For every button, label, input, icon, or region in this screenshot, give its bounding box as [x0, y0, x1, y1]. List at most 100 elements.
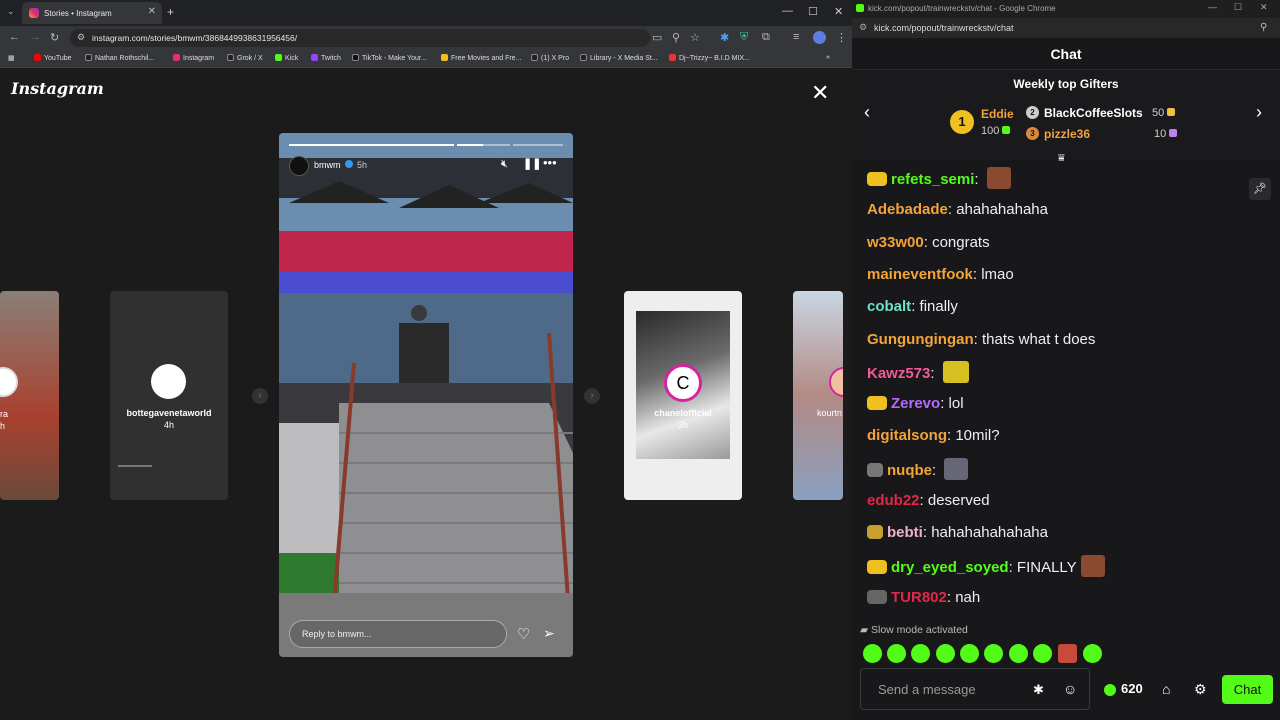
chat-username[interactable]: cobalt: [867, 298, 911, 315]
like-heart-icon[interactable]: ♡: [517, 625, 530, 643]
story-avatar[interactable]: [289, 156, 309, 176]
emote-icon[interactable]: [984, 644, 1003, 663]
store-icon[interactable]: ⌂: [1162, 681, 1170, 697]
bookmark-x-pro[interactable]: (1) X Pro: [531, 54, 569, 62]
mute-icon[interactable]: 🔇︎: [501, 158, 508, 171]
bookmark-nathan[interactable]: Nathan Rothschil...: [85, 54, 154, 62]
pause-icon[interactable]: ❚❚: [523, 157, 541, 170]
side-story-user: bottegavenetaworld: [126, 408, 212, 418]
gifter-2-name[interactable]: BlackCoffeeSlots: [1044, 106, 1143, 120]
close-stories-icon[interactable]: ✕: [811, 82, 829, 104]
extension-translate-icon[interactable]: ✱: [720, 31, 729, 44]
url-field[interactable]: ⚙ instagram.com/stories/bmwm/38684499386…: [70, 29, 650, 47]
settings-gear-icon[interactable]: ⚙: [1194, 681, 1207, 698]
chat-username[interactable]: Zerevo: [891, 395, 940, 412]
instagram-logo[interactable]: Instagram: [11, 79, 104, 98]
send-share-icon[interactable]: ➢: [543, 625, 555, 642]
maximize-icon[interactable]: ☐: [808, 5, 818, 18]
tab-list-icon[interactable]: ⌄: [7, 6, 15, 17]
emoji-picker-icon[interactable]: ☺: [1063, 681, 1077, 697]
bookmark-grok[interactable]: Grok / X: [227, 54, 263, 62]
next-story-icon[interactable]: ›: [584, 388, 600, 404]
chat-username[interactable]: bebti: [887, 524, 923, 541]
sub-badge-icon: [867, 396, 887, 410]
bookmark-kick[interactable]: Kick: [275, 54, 298, 62]
zoom-icon[interactable]: ⚲: [1260, 22, 1267, 33]
collapse-gifters-icon[interactable]: ⩸: [1058, 152, 1065, 165]
extensions-icon[interactable]: ⧉: [762, 31, 770, 44]
chat-username[interactable]: edub22: [867, 492, 920, 509]
emote-icon[interactable]: [1058, 644, 1077, 663]
media-icon[interactable]: ≡: [793, 31, 799, 43]
chat-username[interactable]: Kawz573: [867, 365, 930, 382]
gifters-title: Weekly top Gifters: [1013, 77, 1119, 91]
gifter-1-name[interactable]: Eddie: [981, 107, 1014, 121]
chat-username[interactable]: w33w00: [867, 234, 924, 251]
site-info-icon[interactable]: ⚙: [859, 22, 867, 33]
gifter-3-name[interactable]: pizzle36: [1044, 127, 1090, 141]
emote-icon[interactable]: [960, 644, 979, 663]
bookmark-dj-trizzy[interactable]: Dj~Trizzy~ B.I.D MIX...: [669, 54, 750, 62]
bookmark-free-movies[interactable]: Free Movies and Fre...: [441, 54, 521, 62]
chat-username[interactable]: maineventfook: [867, 266, 973, 283]
side-story-time: 3h: [677, 420, 688, 430]
forward-icon[interactable]: →: [30, 31, 41, 43]
side-story-left-partial[interactable]: ra h: [0, 291, 59, 500]
emote-icon[interactable]: [1009, 644, 1028, 663]
chat-username[interactable]: Adebadade: [867, 201, 948, 218]
minimize-icon[interactable]: —: [1208, 2, 1217, 12]
bookmark-instagram[interactable]: Instagram: [173, 54, 214, 62]
cast-icon[interactable]: ▭: [652, 31, 662, 44]
bookmark-tiktok[interactable]: TikTok - Make Your...: [352, 54, 427, 62]
prev-story-icon[interactable]: ‹: [252, 388, 268, 404]
chat-text: finally: [919, 298, 958, 315]
site-info-icon[interactable]: ⚙: [77, 32, 85, 43]
chat-username[interactable]: refets_semi: [891, 171, 974, 188]
more-bookmarks-icon[interactable]: »: [826, 54, 830, 61]
menu-icon[interactable]: ⋮: [836, 31, 847, 44]
window-close-icon[interactable]: ✕: [1260, 2, 1268, 13]
maximize-icon[interactable]: ☐: [1234, 2, 1242, 13]
extension-shield-icon[interactable]: ⛨: [740, 31, 748, 44]
side-story-right-partial[interactable]: kourtn: [793, 291, 843, 500]
chat-username[interactable]: nuqbe: [887, 462, 932, 479]
reload-icon[interactable]: ↻: [50, 31, 59, 44]
minimize-icon[interactable]: —: [782, 5, 793, 17]
pin-icon[interactable]: 📌︎: [1249, 178, 1271, 200]
zoom-icon[interactable]: ⚲: [672, 31, 680, 44]
bookmark-twitch[interactable]: Twitch: [311, 54, 341, 62]
channel-points[interactable]: 620: [1121, 681, 1143, 696]
side-story-chanel[interactable]: C chanelofficial 3h: [624, 291, 742, 500]
commands-icon[interactable]: ✱: [1033, 682, 1044, 698]
chat-username[interactable]: TUR802: [891, 589, 947, 606]
send-chat-button[interactable]: Chat: [1222, 675, 1273, 704]
back-icon[interactable]: ←: [9, 31, 20, 43]
gifters-next-icon[interactable]: ›: [1256, 102, 1262, 123]
new-tab-icon[interactable]: +: [167, 5, 174, 19]
bookmark-x-media[interactable]: Library - X Media St...: [580, 54, 658, 62]
apps-icon[interactable]: ▦: [8, 54, 15, 62]
chat-input[interactable]: Send a message: [860, 668, 1090, 710]
emote-icon[interactable]: [911, 644, 930, 663]
profile-avatar[interactable]: [813, 31, 826, 44]
more-options-icon[interactable]: •••: [543, 155, 557, 170]
progress-completed: [289, 144, 454, 146]
reply-input[interactable]: Reply to bmwm...: [289, 620, 507, 648]
emote-icon[interactable]: [887, 644, 906, 663]
bookmark-youtube[interactable]: YouTube: [34, 54, 72, 62]
side-story-bottega[interactable]: bottegavenetaworld 4h: [110, 291, 228, 500]
tab-close-icon[interactable]: ✕: [148, 6, 156, 17]
window-close-icon[interactable]: ✕: [834, 5, 843, 18]
story-viewer[interactable]: bmwm 5h 🔇︎ ❚❚ ••• Reply to bmwm... ♡ ➢: [279, 133, 573, 657]
emote-icon[interactable]: [863, 644, 882, 663]
emote-icon[interactable]: [936, 644, 955, 663]
emote-icon[interactable]: [1033, 644, 1052, 663]
story-username[interactable]: bmwm: [314, 160, 341, 170]
bookmark-star-icon[interactable]: ☆: [690, 31, 700, 44]
chat-username[interactable]: digitalsong: [867, 427, 947, 444]
chat-username[interactable]: Gungungingan: [867, 331, 974, 348]
gifters-prev-icon[interactable]: ‹: [864, 102, 870, 123]
emote-icon[interactable]: [1083, 644, 1102, 663]
tab-instagram[interactable]: Stories • Instagram ✕: [22, 2, 162, 24]
chat-username[interactable]: dry_eyed_soyed: [891, 559, 1009, 576]
